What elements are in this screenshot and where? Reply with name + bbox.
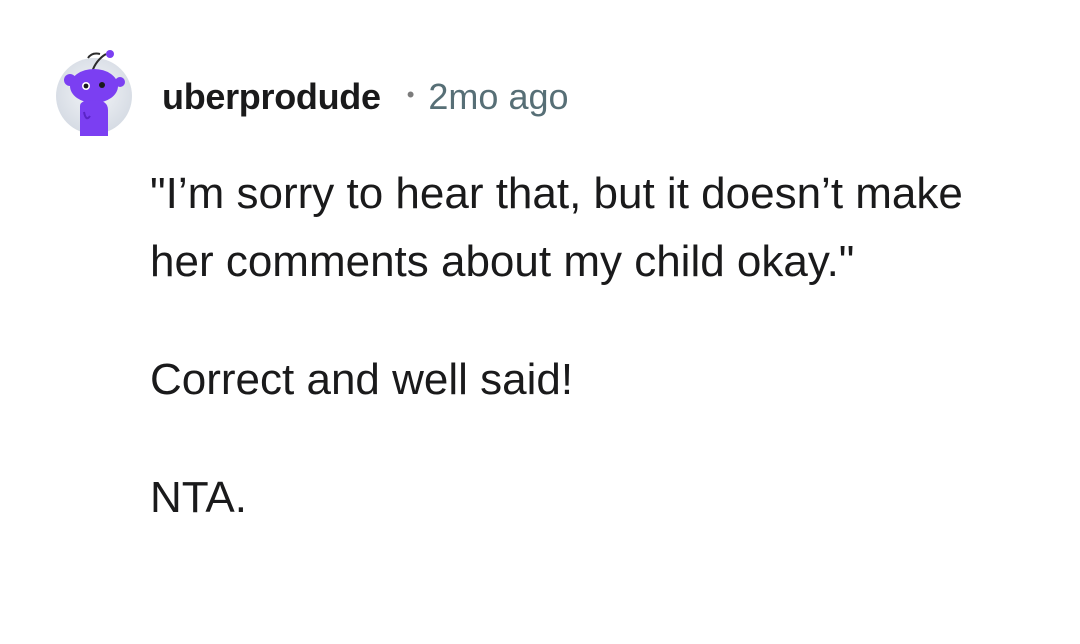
comment-paragraph: Correct and well said!: [150, 355, 574, 404]
comment-timestamp[interactable]: 2mo ago: [428, 76, 568, 118]
separator-dot: •: [406, 82, 415, 107]
username-link[interactable]: uberprodude: [162, 76, 381, 118]
comment-paragraph: NTA.: [150, 473, 247, 522]
comment: uberprodude • 2mo ago "I’m sorry to hear…: [0, 0, 1080, 644]
snoo-avatar-icon: [56, 50, 132, 136]
comment-body: "I’m sorry to hear that, but it doesn’t …: [150, 160, 1030, 532]
comment-paragraph: "I’m sorry to hear that, but it doesn’t …: [150, 169, 963, 286]
user-avatar[interactable]: [56, 50, 134, 136]
comment-header: uberprodude • 2mo ago: [162, 72, 569, 122]
